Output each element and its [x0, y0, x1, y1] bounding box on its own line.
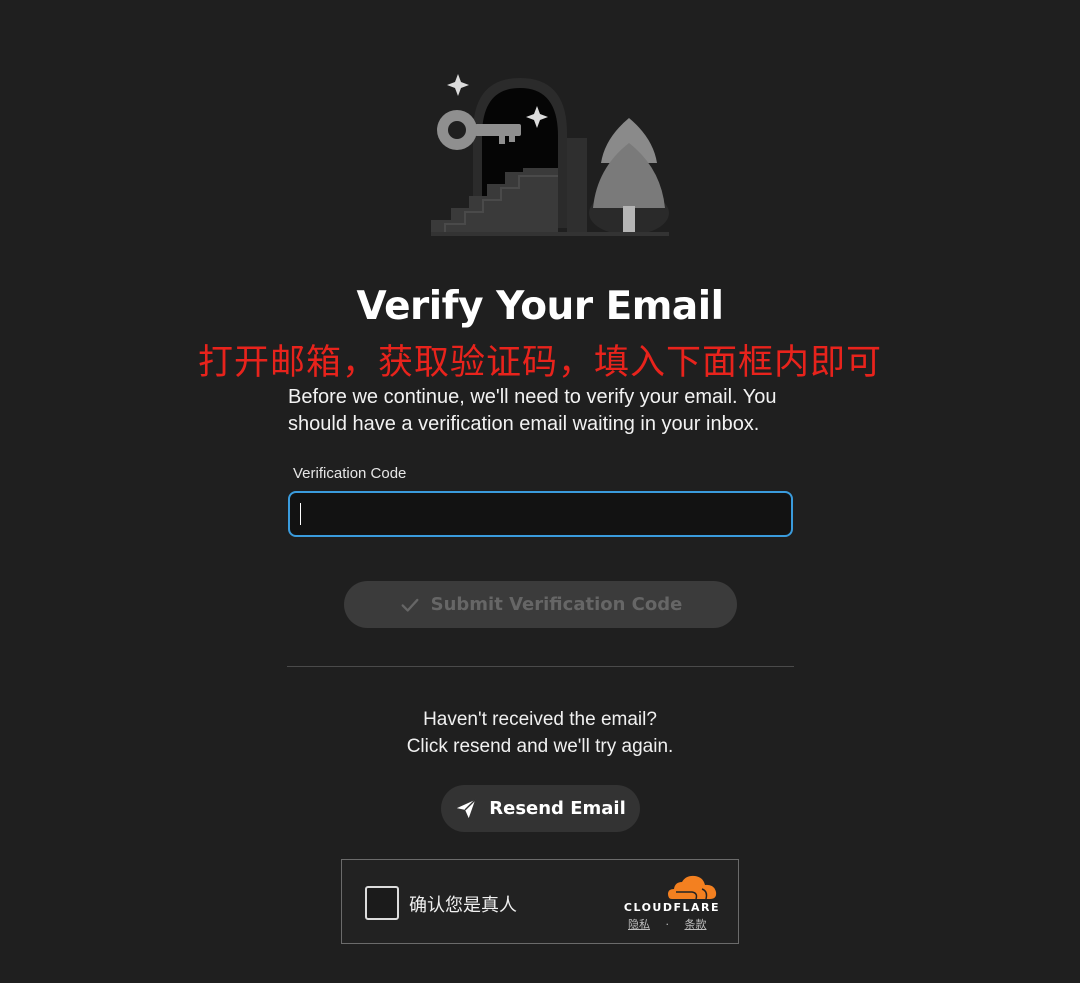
instruction-annotation: 打开邮箱，获取验证码，填入下面框内即可	[197, 343, 882, 383]
human-verification-checkbox[interactable]	[365, 886, 399, 920]
page-title: Verify Your Email	[356, 284, 724, 329]
text-caret	[300, 503, 301, 525]
verify-email-page: Verify Your Email 打开邮箱，获取验证码，填入下面框内即可 Be…	[0, 0, 1080, 983]
cloudflare-turnstile-widget: 确认您是真人 CLOUDFLARE 隐私 · 条款	[341, 859, 739, 944]
terms-link[interactable]: 条款	[685, 918, 707, 931]
submit-button-label: Submit Verification Code	[430, 594, 683, 615]
cloudflare-cloud-icon	[668, 875, 717, 900]
resend-button-label: Resend Email	[489, 798, 626, 819]
verification-code-label: Verification Code	[293, 465, 407, 482]
submit-verification-button[interactable]: Submit Verification Code	[344, 581, 737, 628]
cloudflare-links: 隐私 · 条款	[628, 916, 707, 932]
privacy-link[interactable]: 隐私	[628, 918, 650, 931]
key-door-illustration	[431, 74, 669, 236]
resend-prompt-line1: Haven't received the email?	[423, 709, 657, 730]
link-separator: ·	[665, 918, 670, 931]
check-icon	[401, 598, 419, 612]
verification-code-input[interactable]	[288, 491, 793, 537]
section-divider	[287, 666, 794, 667]
cloudflare-wordmark: CLOUDFLARE	[623, 901, 720, 914]
human-verification-label: 确认您是真人	[409, 895, 517, 916]
page-description: Before we continue, we'll need to verify…	[288, 386, 777, 435]
paper-plane-icon	[457, 798, 476, 818]
resend-prompt: Haven't received the email? Click resend…	[0, 706, 1080, 760]
resend-prompt-line2: Click resend and we'll try again.	[406, 736, 674, 757]
resend-email-button[interactable]: Resend Email	[441, 785, 640, 832]
cloudflare-logo: CLOUDFLARE	[616, 873, 720, 914]
